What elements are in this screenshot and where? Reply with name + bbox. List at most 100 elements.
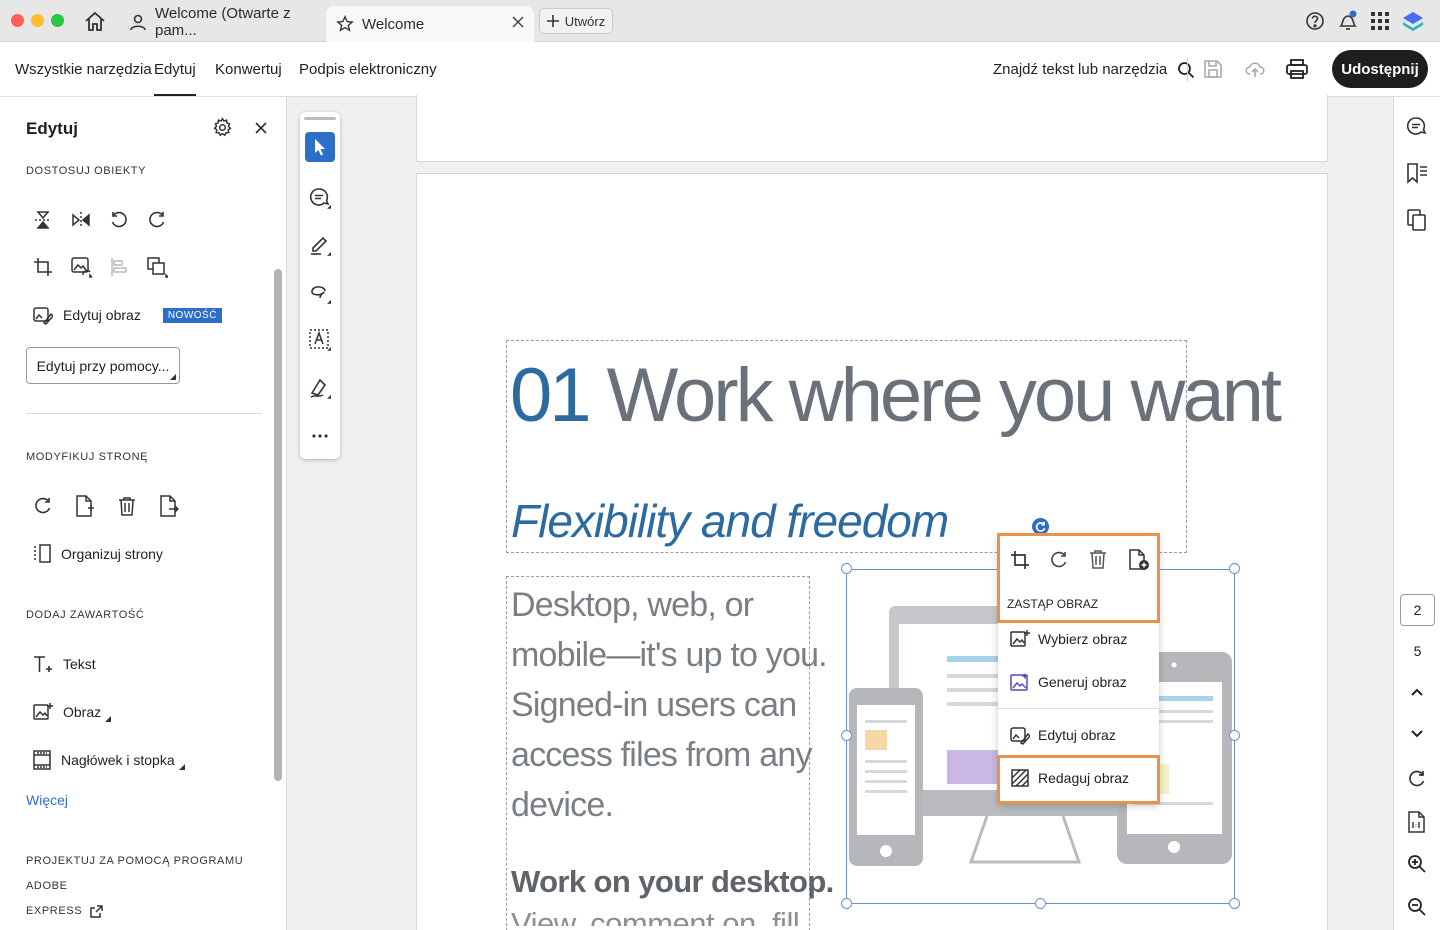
edit-image-label: Edytuj obraz (63, 307, 141, 323)
highlight-redact-box (997, 755, 1160, 804)
body-text[interactable]: Desktop, web, or mobile—it's up to you. … (511, 580, 828, 830)
flip-vertical-icon[interactable] (28, 205, 58, 235)
crop-icon[interactable] (28, 252, 58, 282)
more-link[interactable]: Więcej (26, 792, 68, 808)
choose-image-icon (1010, 629, 1030, 649)
section-adobe-express: PROJEKTUJ ZA POMOCĄ PROGRAMU ADOBE EXPRE… (26, 849, 266, 924)
rotate-left-icon[interactable] (104, 205, 134, 235)
resize-handle[interactable] (1229, 563, 1240, 574)
minimize-window-button[interactable] (31, 14, 44, 27)
edit-with-button[interactable]: Edytuj przy pomocy... (26, 347, 180, 384)
comments-panel-icon[interactable] (1406, 116, 1428, 138)
menu-convert[interactable]: Konwertuj (215, 42, 282, 97)
rotate-right-icon[interactable] (142, 205, 172, 235)
cloud-upload-icon[interactable] (1242, 56, 1268, 82)
menu-item-edit-image[interactable]: Edytuj obraz (998, 716, 1159, 754)
resize-handle[interactable] (1229, 730, 1240, 741)
arrange-objects-icon[interactable] (142, 252, 172, 282)
add-text-tool[interactable]: Tekst (33, 654, 96, 674)
extract-page-icon[interactable] (154, 491, 184, 521)
resize-handle[interactable] (841, 563, 852, 574)
replace-image-icon[interactable] (66, 252, 96, 282)
menu-item-label: Wybierz obraz (1038, 631, 1128, 647)
align-objects-icon (104, 252, 134, 282)
maximize-window-button[interactable] (51, 14, 64, 27)
star-icon[interactable] (336, 15, 354, 33)
add-image-label: Obraz (63, 704, 102, 720)
create-button[interactable]: Utwórz (539, 8, 613, 34)
settings-gear-icon[interactable] (212, 117, 233, 138)
menu-e-signature[interactable]: Podpis elektroniczny (299, 42, 437, 97)
page-number-input[interactable]: 2 (1400, 594, 1435, 626)
external-link-icon[interactable] (90, 905, 103, 918)
refresh-icon[interactable] (1407, 769, 1427, 789)
sign-icon[interactable] (305, 373, 335, 403)
close-window-button[interactable] (11, 14, 24, 27)
notifications-icon[interactable] (1337, 9, 1359, 33)
quick-tools-dock (300, 112, 340, 459)
delete-page-icon[interactable] (112, 491, 142, 521)
edit-image-tool[interactable]: Edytuj obraz NOWOŚĆ (33, 305, 222, 325)
highlight-pen-icon[interactable] (305, 230, 335, 260)
menu-all-tools[interactable]: Wszystkie narzędzia (15, 42, 152, 97)
next-page-icon[interactable] (1410, 729, 1424, 739)
home-icon[interactable] (83, 10, 107, 34)
previous-page-icon[interactable] (1410, 687, 1424, 697)
insert-page-icon[interactable] (70, 491, 100, 521)
actual-size-icon[interactable] (1407, 811, 1427, 833)
generate-image-icon (1010, 672, 1030, 692)
panel-title: Edytuj (26, 119, 78, 138)
save-icon[interactable] (1200, 56, 1226, 82)
draw-freehand-icon[interactable] (305, 278, 335, 308)
resize-handle[interactable] (841, 730, 852, 741)
header-footer-tool[interactable]: Nagłówek i stopka (33, 750, 185, 770)
dock-drag-handle[interactable] (304, 117, 336, 120)
tab-welcome-memory[interactable]: Welcome (Otwarte z pam... (118, 5, 324, 39)
adobe-layers-icon[interactable] (1402, 11, 1424, 33)
section-adobe-express-line2: EXPRESS (26, 905, 83, 917)
more-tools-icon[interactable] (305, 421, 335, 451)
heading[interactable]: 01 Work where you want (510, 352, 1282, 442)
new-badge: NOWOŚĆ (162, 307, 222, 323)
add-image-tool[interactable]: Obraz (33, 702, 112, 722)
menu-item-generate-image[interactable]: Generuj obraz (998, 663, 1159, 701)
subheading[interactable]: Flexibility and freedom (511, 494, 949, 548)
right-rail: 2 5 (1393, 97, 1440, 930)
tab-label: Welcome (362, 15, 425, 33)
bold-subheading[interactable]: Work on your desktop. (511, 864, 834, 900)
rotate-page-icon[interactable] (28, 491, 58, 521)
print-icon[interactable] (1284, 56, 1310, 82)
search-tools-button[interactable]: Znajdź tekst lub narzędzia (993, 42, 1195, 97)
text-recognition-icon[interactable] (305, 325, 335, 355)
resize-handle[interactable] (1229, 898, 1240, 909)
close-tab-icon[interactable] (512, 16, 524, 28)
share-button[interactable]: Udostępnij (1332, 50, 1428, 88)
flip-horizontal-icon[interactable] (66, 205, 96, 235)
divider (1187, 58, 1188, 82)
cut-off-line: View, comment on, fill (511, 906, 800, 926)
menu-item-choose-image[interactable]: Wybierz obraz (998, 620, 1159, 658)
edit-image-menu-icon (1010, 725, 1030, 745)
section-modify-page: MODYFIKUJ STRONĘ (26, 451, 149, 463)
help-icon[interactable] (1305, 11, 1325, 31)
bookmarks-icon[interactable] (1406, 162, 1428, 184)
menu-edit[interactable]: Edytuj (154, 42, 196, 97)
resize-handle[interactable] (841, 898, 852, 909)
apps-grid-icon[interactable] (1371, 12, 1389, 30)
body-line: Signed-in users can (511, 686, 797, 724)
panel-scrollbar[interactable] (274, 269, 282, 781)
highlight-toolbar-box (997, 533, 1160, 623)
organize-pages-tool[interactable]: Organizuj strony (33, 544, 163, 564)
resize-handle[interactable] (1035, 898, 1046, 909)
body-line: Desktop, web, or (511, 586, 754, 624)
zoom-in-icon[interactable] (1407, 854, 1427, 874)
add-comment-icon[interactable] (305, 183, 335, 213)
edit-with-label: Edytuj przy pomocy... (36, 357, 170, 374)
tab-welcome[interactable]: Welcome (326, 6, 534, 42)
body-line: device. (511, 786, 614, 824)
create-button-label: Utwórz (564, 13, 606, 29)
pages-thumbnails-icon[interactable] (1407, 209, 1427, 231)
close-panel-icon[interactable] (255, 122, 267, 134)
zoom-out-icon[interactable] (1407, 897, 1427, 917)
select-pointer-icon[interactable] (305, 132, 335, 162)
